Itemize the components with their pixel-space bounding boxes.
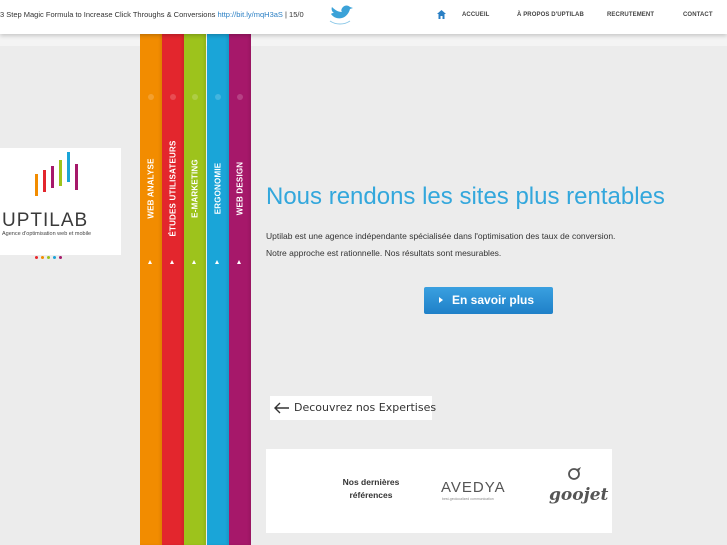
discover-label: Decouvrez nos Expertises bbox=[294, 401, 437, 414]
triangle-up-icon bbox=[215, 260, 219, 264]
description-line-2: Notre approche est rationnelle. Nos résu… bbox=[266, 248, 502, 258]
stripe-5[interactable]: WEB DESIGN bbox=[229, 34, 251, 545]
ticker-link[interactable]: http://bit.ly/mqH3aS bbox=[217, 10, 282, 19]
logo-dot bbox=[47, 256, 50, 259]
twitter-ticker[interactable]: 3 Step Magic Formula to Increase Click T… bbox=[0, 10, 312, 19]
uptilab-logo[interactable]: UPTILAB Agence d'optimisation web et mob… bbox=[0, 148, 121, 259]
stripe-ornament-icon bbox=[192, 94, 198, 100]
stripe-label: E-MARKETING bbox=[190, 159, 200, 218]
goojet-bird-icon bbox=[568, 467, 581, 480]
nav-accueil[interactable]: ACCUEIL bbox=[462, 12, 489, 18]
triangle-up-icon bbox=[237, 260, 241, 264]
stripe-ornament-icon bbox=[215, 94, 221, 100]
learn-more-label: En savoir plus bbox=[452, 293, 535, 307]
logo-dot bbox=[41, 256, 44, 259]
page-headline: Nous rendons les sites plus rentables bbox=[266, 183, 665, 210]
logo-subtitle: Agence d'optimisation web et mobile bbox=[2, 231, 92, 237]
learn-more-button[interactable]: En savoir plus bbox=[424, 287, 553, 314]
references-title-line2: références bbox=[349, 490, 393, 500]
home-icon[interactable] bbox=[436, 9, 447, 20]
references-title-line1: Nos dernières bbox=[342, 477, 400, 487]
references-panel: Nos dernières références AVEDYA best-geo… bbox=[266, 449, 612, 533]
logo-wordmark: UPTILAB bbox=[2, 210, 89, 231]
stripe-4[interactable]: ERGONOMIE bbox=[207, 34, 229, 545]
nav-a-propos[interactable]: À PROPOS D'UPTILAB bbox=[517, 12, 584, 18]
stripe-1[interactable]: WEB ANALYSE bbox=[140, 34, 162, 545]
stripe-ornament-icon bbox=[148, 94, 154, 100]
top-bar: 3 Step Magic Formula to Increase Click T… bbox=[0, 0, 727, 34]
logo-dot bbox=[35, 256, 38, 259]
triangle-up-icon bbox=[170, 260, 174, 264]
arrow-right-icon bbox=[439, 297, 443, 303]
stripe-3[interactable]: E-MARKETING bbox=[184, 34, 206, 545]
stripe-label: ÉTUDES UTILISATEURS bbox=[168, 140, 178, 237]
logo-dot bbox=[53, 256, 56, 259]
stripe-label: ERGONOMIE bbox=[213, 162, 223, 215]
avedya-tagline: best-geolocalized communication bbox=[442, 497, 494, 501]
logo-dot bbox=[59, 256, 62, 259]
twitter-bird-icon[interactable] bbox=[328, 4, 354, 26]
logo-bars-icon bbox=[35, 152, 78, 196]
references-title: Nos dernières références bbox=[336, 476, 406, 502]
triangle-up-icon bbox=[148, 260, 152, 264]
triangle-up-icon bbox=[192, 260, 196, 264]
logo-dots bbox=[35, 246, 65, 264]
stripe-2[interactable]: ÉTUDES UTILISATEURS bbox=[162, 34, 184, 545]
stripe-ornament-icon bbox=[170, 94, 176, 100]
ticker-text: 3 Step Magic Formula to Increase Click T… bbox=[0, 10, 218, 19]
avedya-logo[interactable]: AVEDYA bbox=[441, 479, 506, 496]
stripe-ornament-icon bbox=[237, 94, 243, 100]
nav-contact[interactable]: CONTACT bbox=[683, 12, 713, 18]
nav-recrutement[interactable]: RECRUTEMENT bbox=[607, 12, 654, 18]
description-line-1: Uptilab est une agence indépendante spéc… bbox=[266, 231, 616, 241]
stripe-label: WEB DESIGN bbox=[235, 161, 245, 216]
arrow-left-icon bbox=[274, 402, 289, 414]
stripe-label: WEB ANALYSE bbox=[146, 158, 156, 219]
discover-expertises-link[interactable]: Decouvrez nos Expertises bbox=[270, 396, 436, 420]
goojet-logo[interactable]: goojet bbox=[549, 485, 608, 505]
ticker-suffix: | 15/0 bbox=[282, 10, 304, 19]
header-band bbox=[0, 34, 727, 46]
